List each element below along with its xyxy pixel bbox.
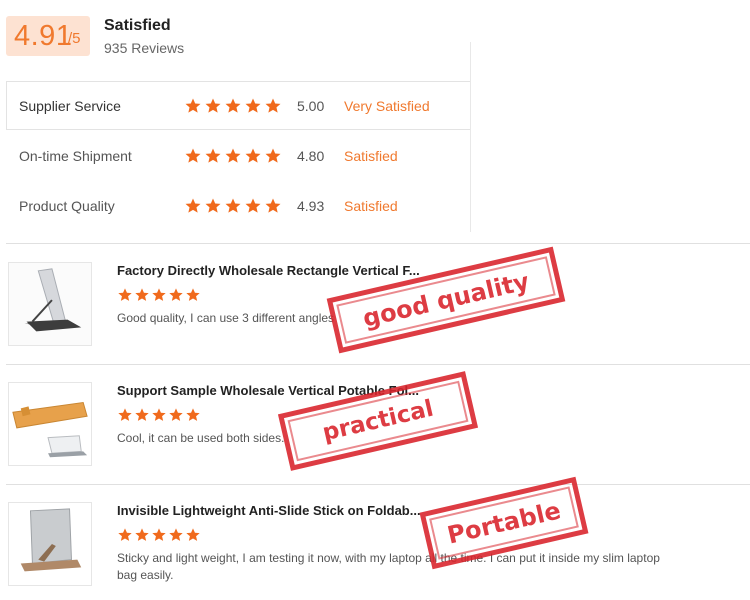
review-count: 935 Reviews [104, 40, 185, 56]
star-icon [185, 198, 201, 213]
star-icon [118, 288, 132, 301]
review-stars [117, 287, 201, 303]
overall-score-suffix: /5 [68, 30, 81, 47]
product-thumbnail-foldable-stand[interactable] [8, 382, 92, 466]
star-icon [186, 288, 200, 301]
star-icon [225, 98, 241, 113]
rating-status: Satisfied [344, 198, 398, 214]
star-icon [245, 148, 261, 163]
rating-stars [184, 97, 282, 115]
star-icon [205, 98, 221, 113]
star-icon [118, 528, 132, 541]
rating-label: Supplier Service [19, 98, 121, 114]
invisible-stand-image [9, 503, 91, 585]
summary-divider [470, 42, 471, 232]
laptop-stand-image [9, 263, 91, 345]
section-divider [6, 243, 750, 244]
rating-stars [184, 197, 282, 215]
review-stars [117, 527, 201, 543]
star-icon [225, 198, 241, 213]
star-icon [186, 408, 200, 421]
star-icon [205, 198, 221, 213]
foldable-stand-image [9, 383, 91, 465]
review-divider [6, 364, 750, 365]
star-icon [152, 408, 166, 421]
star-icon [152, 288, 166, 301]
star-icon [245, 98, 261, 113]
star-icon [135, 528, 149, 541]
star-icon [265, 148, 281, 163]
star-icon [186, 528, 200, 541]
review-stars [117, 407, 201, 423]
star-icon [185, 98, 201, 113]
rating-label: Product Quality [19, 198, 115, 214]
star-icon [135, 288, 149, 301]
overall-satisfaction-label: Satisfied [104, 17, 171, 34]
rating-status: Very Satisfied [344, 98, 430, 114]
overall-score: 4.91 [14, 20, 73, 52]
review-divider [6, 484, 750, 485]
rating-score: 4.80 [297, 148, 325, 164]
star-icon [152, 528, 166, 541]
star-icon [135, 408, 149, 421]
rating-score: 4.93 [297, 198, 325, 214]
review-text: Sticky and light weight, I am testing it… [117, 551, 660, 582]
star-icon [118, 408, 132, 421]
star-icon [225, 148, 241, 163]
star-icon [169, 288, 183, 301]
star-icon [169, 408, 183, 421]
star-icon [185, 148, 201, 163]
star-icon [265, 98, 281, 113]
rating-label: On-time Shipment [19, 148, 132, 164]
review-product-title[interactable]: Factory Directly Wholesale Rectangle Ver… [117, 263, 420, 278]
review-product-title[interactable]: Invisible Lightweight Anti-Slide Stick o… [117, 503, 421, 518]
rating-status: Satisfied [344, 148, 398, 164]
rating-stars [184, 147, 282, 165]
overall-score-badge: 4.91 /5 [6, 16, 90, 56]
product-thumbnail-laptop-stand[interactable] [8, 262, 92, 346]
product-thumbnail-invisible-stand[interactable] [8, 502, 92, 586]
star-icon [205, 148, 221, 163]
rating-score: 5.00 [297, 98, 325, 114]
star-icon [245, 198, 261, 213]
star-icon [169, 528, 183, 541]
star-icon [265, 198, 281, 213]
